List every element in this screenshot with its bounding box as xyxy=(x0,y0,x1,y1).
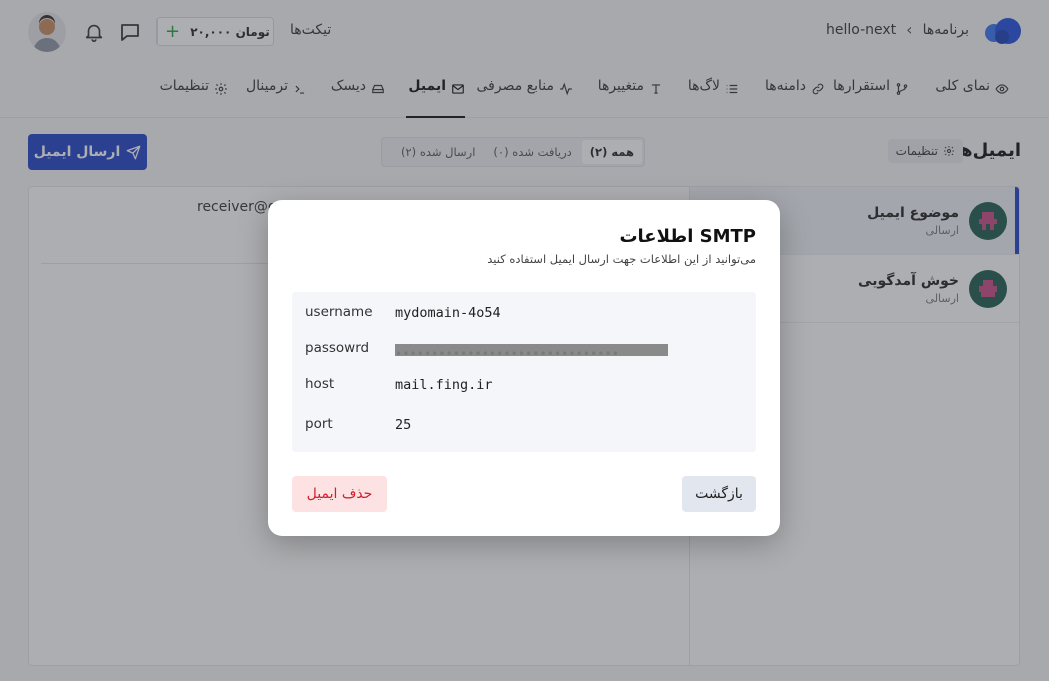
smtp-info-box: username mydomain-4o54 passowrd ••••••••… xyxy=(292,292,756,452)
password-label: passowrd xyxy=(305,340,370,356)
host-label: host xyxy=(305,376,335,392)
host-value: mail.fing.ir xyxy=(395,377,493,393)
modal-title: اطلاعات SMTP xyxy=(619,226,756,247)
delete-email-button[interactable]: حذف ایمیل xyxy=(292,476,387,512)
password-redacted: ••••••••••••••••••••••••••••••• xyxy=(395,344,668,356)
username-label: username xyxy=(305,304,373,320)
back-button[interactable]: بازگشت xyxy=(682,476,756,512)
smtp-info-modal: اطلاعات SMTP می‌توانید از این اطلاعات جه… xyxy=(268,200,780,536)
port-value: 25 xyxy=(395,417,412,433)
modal-subtitle: می‌توانید از این اطلاعات جهت ارسال ایمیل… xyxy=(487,252,756,266)
port-label: port xyxy=(305,416,333,432)
username-value: mydomain-4o54 xyxy=(395,305,501,321)
